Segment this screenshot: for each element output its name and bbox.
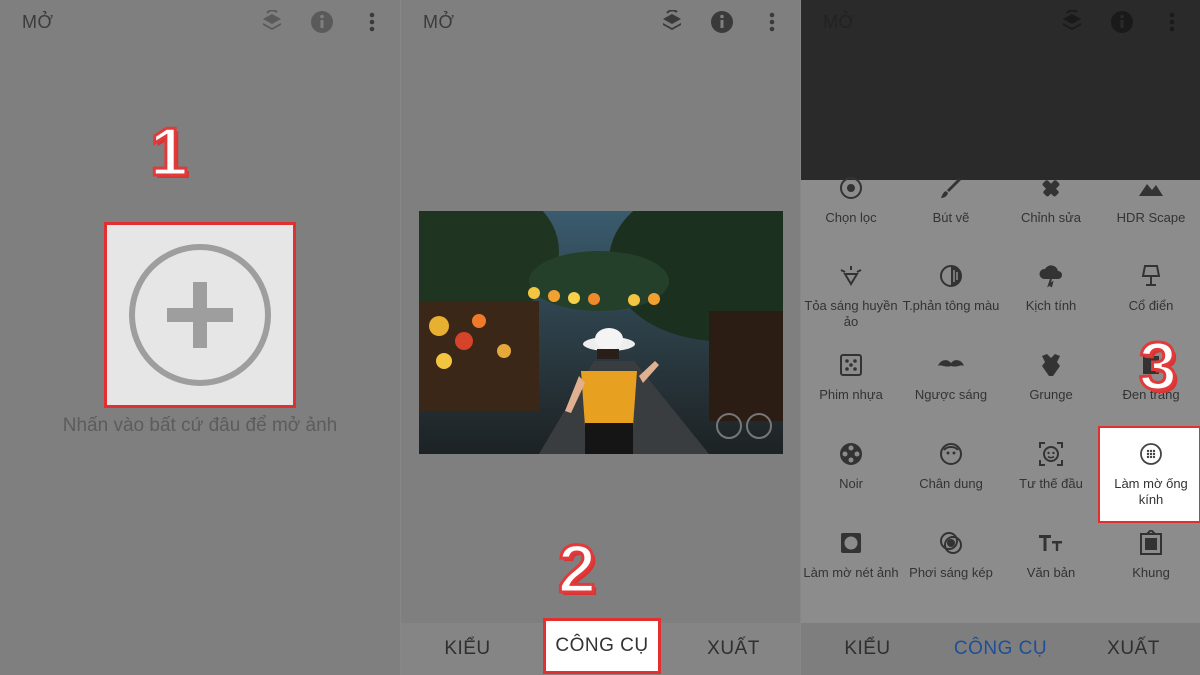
tool-tonal-contrast[interactable]: T.phản tông màu [901, 262, 1001, 314]
tool-head-pose[interactable]: Tư thế đầu [1001, 440, 1101, 492]
tab-export[interactable]: XUẤT [1067, 623, 1200, 675]
tool-grainy-film[interactable]: Phim nhựa [801, 351, 901, 403]
photo-preview[interactable] [419, 211, 783, 454]
face-frame-icon [1039, 442, 1063, 466]
tool-label: Chân dung [919, 476, 983, 491]
double-exposure-icon [940, 532, 962, 554]
tonal-contrast-icon [940, 265, 962, 287]
tool-double-exposure[interactable]: Phơi sáng kép [901, 529, 1001, 581]
tool-selective[interactable]: Chọn lọc [801, 174, 901, 226]
layers-refresh-icon[interactable] [258, 8, 286, 36]
more-vert-icon[interactable] [1158, 8, 1186, 36]
layers-refresh-icon[interactable] [658, 8, 686, 36]
mountain-icon [1139, 184, 1163, 196]
vignette-icon [841, 533, 861, 553]
tool-label: T.phản tông màu [902, 298, 1000, 313]
tool-glamour-glow[interactable]: Tỏa sáng huyền ảo [801, 262, 901, 330]
open-image-button[interactable] [104, 222, 296, 408]
open-hint-text: Nhấn vào bất cứ đâu để mở ảnh [62, 415, 338, 436]
film-reel-icon [840, 443, 862, 465]
tool-retrolux[interactable]: Ngược sáng [901, 351, 1001, 403]
face-icon [940, 443, 962, 465]
step-number: 3 [1138, 328, 1179, 404]
text-icon [1039, 535, 1062, 551]
tool-healing[interactable]: Chỉnh sửa [1001, 174, 1101, 226]
step-number: 2 [557, 531, 598, 607]
diamond-glow-icon [840, 266, 862, 286]
tab-styles[interactable]: KIỂU [401, 623, 534, 675]
healing-icon [1042, 180, 1060, 197]
tool-label: Cổ điển [1128, 298, 1174, 313]
tool-text[interactable]: Văn bản [1001, 529, 1101, 581]
tab-tools[interactable]: CÔNG CỤ [543, 618, 661, 674]
info-icon[interactable] [708, 8, 736, 36]
tool-frame[interactable]: Khung [1101, 529, 1200, 581]
tool-label: Bút vẽ [932, 210, 970, 225]
bottom-tab-bar: KIỂU CÔNG CỤ XUẤT [801, 623, 1200, 675]
tool-label: Khung [1132, 565, 1170, 580]
tool-label: Làm mờ ống kính [1114, 476, 1188, 507]
mustache-icon [938, 360, 964, 367]
tool-label: Chọn lọc [825, 210, 877, 225]
tool-portrait[interactable]: Chân dung [901, 440, 1001, 492]
screen-title: MỞ [823, 12, 855, 32]
more-vert-icon[interactable] [758, 8, 786, 36]
tool-label: Ngược sáng [914, 387, 988, 402]
tool-label: Làm mờ nét ảnh [803, 565, 899, 580]
tool-label: Văn bản [1026, 565, 1076, 580]
guitar-icon [1042, 354, 1060, 376]
add-circle-icon [129, 244, 271, 386]
tools-panel: MỞ Chọn lọc Bút vẽ Chỉnh sửa HDR Scape T… [800, 0, 1200, 675]
info-icon[interactable] [308, 8, 336, 36]
layers-refresh-icon[interactable] [1058, 8, 1086, 36]
tool-label: Phim nhựa [819, 387, 883, 402]
tool-label: Tỏa sáng huyền ảo [804, 298, 898, 329]
brush-icon [941, 178, 961, 198]
screen-title: MỞ [423, 12, 455, 32]
tab-styles[interactable]: KIỂU [801, 623, 934, 675]
step-number: 1 [149, 114, 190, 190]
tab-tools[interactable]: CÔNG CỤ [934, 623, 1067, 675]
photo-preview-panel: MỞ 2 KIỂU XUẤT CÔNG CỤ [400, 0, 800, 675]
tool-label: HDR Scape [1116, 210, 1186, 225]
target-icon [840, 177, 862, 199]
cloud-storm-icon [1039, 265, 1062, 288]
tool-label: Phơi sáng kép [909, 565, 993, 580]
tab-export[interactable]: XUẤT [667, 623, 800, 675]
tool-drama[interactable]: Kịch tính [1001, 262, 1101, 314]
tool-label: Kịch tính [1025, 298, 1077, 313]
info-icon[interactable] [1108, 8, 1136, 36]
tool-label: Chỉnh sửa [1020, 210, 1081, 225]
screen-title: MỞ [22, 12, 54, 32]
tool-lens-blur[interactable]: Làm mờ ống kính [1101, 440, 1200, 508]
tool-label: Tư thế đầu [1019, 476, 1083, 491]
top-bar: MỞ [0, 0, 400, 44]
top-bar: MỞ [801, 0, 1200, 44]
tool-vignette[interactable]: Làm mờ nét ảnh [801, 529, 901, 581]
tool-label: Noir [839, 476, 863, 491]
tool-label: Grunge [1029, 387, 1073, 402]
tool-hdr[interactable]: HDR Scape [1101, 174, 1200, 226]
tool-grunge[interactable]: Grunge [1001, 351, 1101, 403]
lamp-icon [1141, 265, 1161, 286]
lens-blur-icon [1140, 443, 1162, 465]
frame-icon [1140, 530, 1162, 555]
tool-brush[interactable]: Bút vẽ [901, 174, 1001, 226]
more-vert-icon[interactable] [358, 8, 386, 36]
tool-vintage[interactable]: Cổ điển [1101, 262, 1200, 314]
dice-icon [840, 354, 862, 376]
tool-noir[interactable]: Noir [801, 440, 901, 492]
open-screen-panel: MỞ 1 Nhấn vào bất cứ đâu để mở ảnh [0, 0, 400, 675]
top-bar: MỞ [401, 0, 800, 44]
